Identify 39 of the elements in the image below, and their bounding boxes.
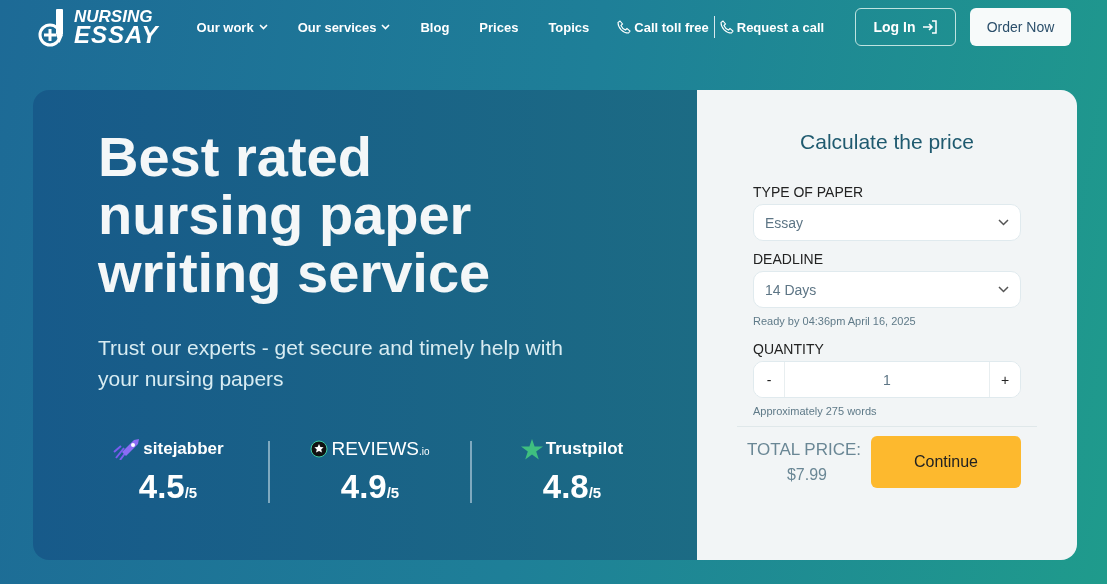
rating-score: 4.8/5 (542, 467, 602, 506)
nav-link[interactable]: Blog (420, 19, 450, 35)
deadline-dropdown[interactable]: 14 Days (753, 271, 1021, 308)
chevron-down-icon (381, 24, 391, 30)
nav-link[interactable]: Our work (196, 19, 268, 35)
rating-site-name: sitejabber (143, 439, 224, 459)
field-label: TYPE OF PAPER (753, 184, 865, 200)
field-label: QUANTITY (753, 341, 825, 357)
logo-text: ESSAY (74, 23, 159, 46)
logo-text: NURSING (74, 8, 154, 24)
calculator-title: Calculate the price (799, 130, 975, 154)
rating-site-name: REVIEWS.io (331, 438, 430, 460)
order-button[interactable]: Order Now (970, 8, 1071, 46)
chevron-down-icon (998, 219, 1009, 226)
continue-button[interactable]: Continue (871, 436, 1021, 488)
total-price: $7.99 (785, 466, 828, 484)
words-note: Approximately 275 words (753, 405, 878, 417)
chevron-down-icon (258, 24, 268, 30)
login-button[interactable]: Log In (855, 8, 956, 46)
hero-title: Best rated nursing paper writing service (98, 128, 492, 302)
field-label: DEADLINE (753, 251, 825, 267)
chevron-down-icon (998, 286, 1009, 293)
phone-icon (719, 20, 734, 34)
rating-site-name: Trustpilot (545, 439, 624, 459)
total-price-label: TOTAL PRICE: (747, 440, 861, 460)
nav-link[interactable]: Our services (297, 19, 391, 35)
rating-score: 4.5/5 (138, 468, 198, 506)
phone-link[interactable]: Request a call (719, 19, 825, 35)
rating-score: 4.9/5 (340, 468, 400, 506)
hero-subtitle: Trust our experts - get secure and timely help with your nursing papers (98, 335, 564, 392)
star-icon (520, 438, 543, 460)
paper-type-dropdown[interactable]: Essay (753, 204, 1021, 241)
nav-link[interactable]: Topics (548, 19, 590, 35)
rocket-icon (112, 438, 141, 460)
phone-icon (617, 20, 632, 34)
login-icon (921, 19, 938, 35)
nav-link[interactable]: Prices (479, 19, 519, 35)
phone-link[interactable]: Call toll free (617, 19, 709, 35)
ready-note: Ready by 04:36pm April 16, 2025 (753, 315, 917, 327)
